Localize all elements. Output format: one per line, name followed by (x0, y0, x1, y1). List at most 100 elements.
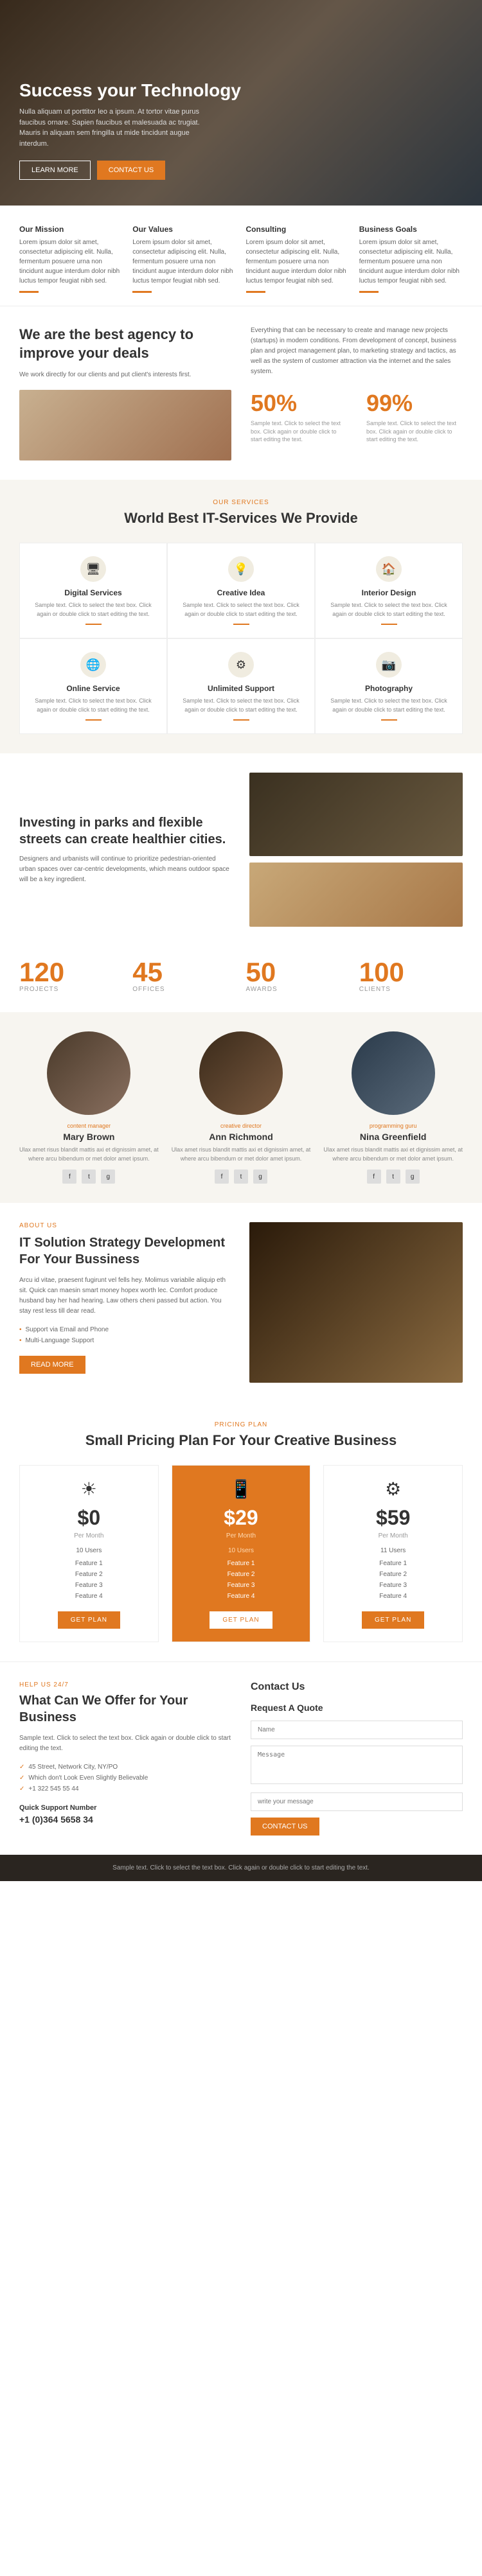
pricing-feature-pro-2: Feature 2 (334, 1569, 452, 1580)
pricing-section: PRICING PLAN Small Pricing Plan For Your… (0, 1402, 482, 1661)
name-input[interactable] (251, 1721, 463, 1739)
learn-more-button[interactable]: LEARN MORE (19, 161, 91, 180)
pricing-users-free: 10 Users (30, 1547, 148, 1554)
counter-clients-num: 100 (359, 959, 463, 986)
team-avatar-mary (47, 1031, 130, 1115)
pricing-card-free: ☀ $0 Per Month 10 Users Feature 1 Featur… (19, 1465, 159, 1642)
parks-title: Investing in parks and flexible streets … (19, 814, 233, 848)
twitter-icon-mary[interactable]: t (82, 1170, 96, 1184)
about-left: ABOUT US IT Solution Strategy Developmen… (19, 1222, 233, 1374)
mission-text-1: Lorem ipsum dolor sit amet, consectetur … (19, 238, 123, 286)
mission-title-4: Business Goals (359, 225, 463, 234)
team-role-ann: creative director (172, 1123, 311, 1129)
team-social-mary: f t g (19, 1170, 159, 1184)
digital-services-icon: 🖥 (80, 556, 106, 582)
help-list-item-2: Which don't Look Even Slightly Believabl… (19, 1773, 231, 1783)
service-interior-text: Sample text. Click to select the text bo… (325, 601, 452, 618)
form-title: Request A Quote (251, 1703, 463, 1713)
team-card-mary: content manager Mary Brown Ulax amet ris… (19, 1031, 159, 1184)
help-left: HELP US 24/7 What Can We Offer for Your … (19, 1681, 231, 1836)
contact-submit-button[interactable]: CONTACT US (251, 1818, 319, 1836)
agency-image (19, 390, 231, 460)
team-desc-mary: Ulax amet risus blandit mattis axi et di… (19, 1146, 159, 1163)
pricing-feature-free-1: Feature 1 (30, 1558, 148, 1569)
facebook-icon-mary[interactable]: f (62, 1170, 76, 1184)
service-photography: 📷 Photography Sample text. Click to sele… (315, 638, 463, 734)
twitter-icon-nina[interactable]: t (386, 1170, 400, 1184)
agency-title: We are the best agency to improve your d… (19, 326, 231, 362)
twitter-icon-ann[interactable]: t (234, 1170, 248, 1184)
team-name-nina: Nina Greenfield (323, 1132, 463, 1142)
mission-item-3: Consulting Lorem ipsum dolor sit amet, c… (246, 225, 350, 293)
quick-support-phone: +1 (0)364 5658 34 (19, 1814, 231, 1825)
parks-left: Investing in parks and flexible streets … (19, 814, 233, 885)
about-text: Arcu id vitae, praesent fugirunt vel fel… (19, 1275, 233, 1317)
service-photography-bar (381, 719, 397, 721)
google-icon-mary[interactable]: g (101, 1170, 115, 1184)
counter-projects-num: 120 (19, 959, 123, 986)
about-read-more-button[interactable]: READ MORE (19, 1356, 85, 1374)
google-icon-nina[interactable]: g (406, 1170, 420, 1184)
get-plan-mid-button[interactable]: GET PLAN (210, 1611, 272, 1629)
hero-section: Success your Technology Nulla aliquam ut… (0, 0, 482, 206)
service-interior-title: Interior Design (325, 588, 452, 597)
get-plan-free-button[interactable]: GET PLAN (58, 1611, 120, 1629)
quick-support: Quick Support Number +1 (0)364 5658 34 (19, 1804, 231, 1825)
services-label: OUR SERVICES (19, 499, 463, 506)
about-section: ABOUT US IT Solution Strategy Developmen… (0, 1203, 482, 1402)
get-plan-pro-button[interactable]: GET PLAN (362, 1611, 424, 1629)
google-icon-ann[interactable]: g (253, 1170, 267, 1184)
service-creative-title: Creative Idea (177, 588, 305, 597)
mission-title-2: Our Values (132, 225, 236, 234)
facebook-icon-ann[interactable]: f (215, 1170, 229, 1184)
agency-left: We are the best agency to improve your d… (19, 326, 231, 460)
form-email-field (251, 1792, 463, 1811)
team-role-nina: programming guru (323, 1123, 463, 1129)
pricing-card-mid: 📱 $29 Per Month 10 Users Feature 1 Featu… (172, 1465, 311, 1642)
help-section: HELP US 24/7 What Can We Offer for Your … (0, 1662, 482, 1855)
pricing-price-mid: $29 (182, 1506, 301, 1530)
email-input[interactable] (251, 1792, 463, 1811)
service-creative-text: Sample text. Click to select the text bo… (177, 601, 305, 618)
online-service-icon: 🌐 (80, 652, 106, 678)
mission-text-2: Lorem ipsum dolor sit amet, consectetur … (132, 238, 236, 286)
counter-awards: 50 AWARDS (246, 959, 350, 993)
mission-title-3: Consulting (246, 225, 350, 234)
counter-projects-label: PROJECTS (19, 986, 123, 993)
footer-text: Sample text. Click to select the text bo… (19, 1864, 463, 1871)
stats-row: 50% Sample text. Click to select the tex… (251, 390, 463, 444)
team-desc-nina: Ulax amet risus blandit mattis axi et di… (323, 1146, 463, 1163)
agency-subtitle: We work directly for our clients and put… (19, 370, 231, 380)
pricing-feature-mid-3: Feature 3 (182, 1580, 301, 1591)
about-title: IT Solution Strategy Development For You… (19, 1234, 233, 1268)
service-interior: 🏠 Interior Design Sample text. Click to … (315, 543, 463, 638)
help-right: Contact Us Request A Quote CONTACT US (251, 1681, 463, 1836)
about-list-item-2: Multi-Language Support (19, 1335, 233, 1346)
parks-image-bottom (249, 863, 463, 927)
services-section: OUR SERVICES World Best IT-Services We P… (0, 480, 482, 753)
interior-design-icon: 🏠 (376, 556, 402, 582)
agency-right-text: Everything that can be necessary to crea… (251, 326, 463, 377)
pricing-feature-mid-4: Feature 4 (182, 1591, 301, 1602)
pricing-feature-pro-1: Feature 1 (334, 1558, 452, 1569)
pricing-period-pro: Per Month (334, 1532, 452, 1539)
quick-support-label: Quick Support Number (19, 1804, 231, 1812)
hero-title: Success your Technology (19, 80, 241, 101)
mission-title-1: Our Mission (19, 225, 123, 234)
counter-offices: 45 OFFICES (132, 959, 236, 993)
facebook-icon-nina[interactable]: f (367, 1170, 381, 1184)
message-textarea[interactable] (251, 1746, 463, 1784)
contact-us-hero-button[interactable]: CONTACT US (97, 161, 166, 180)
parks-section: Investing in parks and flexible streets … (0, 753, 482, 946)
parks-right (249, 773, 463, 927)
help-list-item-1: 45 Street, Network City, NY/PO (19, 1762, 231, 1773)
service-digital-title: Digital Services (30, 588, 157, 597)
mission-bar-3 (246, 291, 265, 293)
pricing-feature-pro-4: Feature 4 (334, 1591, 452, 1602)
form-message-field (251, 1746, 463, 1786)
pricing-price-free: $0 (30, 1506, 148, 1530)
pricing-features-mid: Feature 1 Feature 2 Feature 3 Feature 4 (182, 1558, 301, 1602)
pricing-sun-icon: ☀ (30, 1478, 148, 1500)
service-digital: 🖥 Digital Services Sample text. Click to… (19, 543, 167, 638)
help-title: What Can We Offer for Your Business (19, 1692, 231, 1726)
